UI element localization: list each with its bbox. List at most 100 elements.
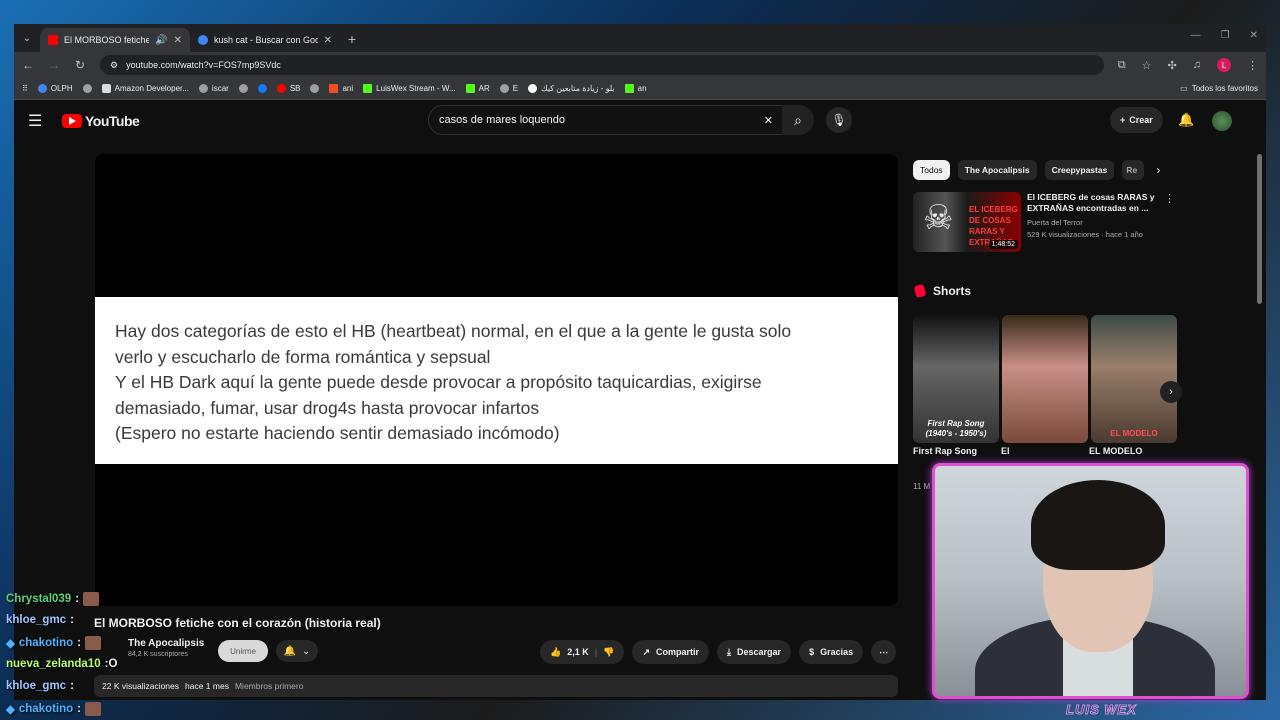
chat-username: khloe_gmc (6, 614, 67, 626)
tab-search-icon[interactable]: ⌄ (14, 24, 40, 52)
bookmark-star-icon[interactable]: ☆ (1142, 59, 1152, 72)
bookmark-item[interactable]: Amazon Developer... (101, 84, 189, 93)
search-button[interactable]: ⌕ (782, 105, 814, 135)
voice-search-button[interactable]: 🎙 (826, 107, 852, 133)
chip-creepypastas[interactable]: Creepypastas (1044, 160, 1115, 180)
create-button[interactable]: + Crear (1110, 107, 1163, 133)
chip-all[interactable]: Todos (913, 160, 950, 180)
emote-icon (85, 702, 102, 716)
short-title[interactable]: First Rap Song (913, 446, 977, 456)
video-actions: 👍 2,1 K | 👎 ↗ Compartir ⤓ Descargar $ Gracias … (540, 640, 897, 664)
page-scrollbar[interactable] (1257, 154, 1262, 304)
extensions-icon[interactable]: ✣ (1168, 59, 1177, 72)
chevron-right-icon[interactable]: › (1156, 163, 1160, 177)
apps-icon[interactable]: ⠿ (22, 84, 28, 93)
bookmark-item[interactable] (257, 84, 267, 93)
chat-text: :O (104, 658, 118, 670)
install-icon[interactable]: ⧉ (1118, 59, 1126, 72)
address-bar[interactable]: ⚙ youtube.com/watch?v=FOS7mp9SVdc (100, 55, 1104, 75)
bookmark-item[interactable]: SB (276, 84, 300, 93)
slide-line: verlo y escucharlo de forma romántica y … (115, 346, 491, 367)
bookmark-item[interactable] (238, 84, 248, 93)
short-card[interactable] (1002, 315, 1088, 443)
more-options-icon[interactable]: ⋮ (1164, 192, 1175, 254)
more-actions-button[interactable]: ⋯ (871, 640, 897, 664)
share-button[interactable]: ↗ Compartir (632, 640, 710, 664)
recommended-video[interactable]: ☠ EL ICEBERG DE COSAS RARAS Y EXTRAÑAS 1… (913, 192, 1175, 254)
chat-message: ◆ chakotino: (6, 636, 102, 650)
clear-search-icon[interactable]: ✕ (764, 114, 773, 127)
bookmark-item[interactable]: E (499, 84, 518, 93)
profile-avatar[interactable]: L (1217, 58, 1231, 72)
plus-icon: + (1120, 115, 1126, 125)
bookmark-item[interactable]: OLPH (37, 84, 73, 93)
shorts-next-button[interactable]: › (1160, 381, 1182, 403)
shorts-icon (913, 283, 927, 299)
short-card[interactable]: EL MODELO (1091, 315, 1177, 443)
search-input[interactable]: casos de mares loquendo ✕ (428, 105, 784, 135)
tab-title: kush cat - Buscar con Google (214, 35, 318, 45)
site-info-icon[interactable]: ⚙ (110, 60, 118, 71)
minimize-icon[interactable]: — (1191, 30, 1201, 41)
tab-strip: ⌄ El MORBOSO fetiche con el c 🔊 ✕ kush c… (14, 24, 1266, 52)
bookmark-item[interactable]: an (624, 84, 647, 93)
account-avatar[interactable] (1212, 111, 1232, 131)
media-icon[interactable]: ♫ (1193, 59, 1201, 71)
all-bookmarks[interactable]: ▭ Todos los favoritos (1180, 84, 1258, 93)
bookmark-item[interactable] (310, 84, 320, 93)
video-info: El ICEBERG de cosas RARAS y EXTRAÑAS enc… (1027, 192, 1158, 254)
close-window-icon[interactable]: ✕ (1250, 30, 1258, 41)
description-box[interactable]: 22 K visualizaciones hace 1 mes Miembros… (94, 675, 898, 697)
google-favicon-icon (198, 35, 208, 45)
close-tab-icon[interactable]: ✕ (324, 35, 332, 46)
restore-icon[interactable]: ❐ (1221, 30, 1230, 41)
tab-youtube[interactable]: El MORBOSO fetiche con el c 🔊 ✕ (40, 28, 190, 52)
chip-related[interactable]: Re (1122, 160, 1145, 180)
streamer-name: LUIS WEX (1066, 702, 1137, 718)
webcam-overlay (932, 463, 1249, 699)
channel-name[interactable]: Puerta del Terror (1027, 218, 1158, 227)
slide-line: (Espero no estarte haciendo sentir demas… (115, 423, 560, 443)
chat-message: khloe_gmc: (6, 614, 74, 626)
chat-username: Chrystal039 (6, 593, 72, 605)
subscription-bell-button[interactable]: 🔔 ⌄ (276, 640, 318, 662)
bookmark-item[interactable]: iscar (198, 84, 229, 93)
channel-name[interactable]: The Apocalipsis (128, 638, 204, 649)
youtube-favicon-icon (48, 35, 58, 45)
window-controls: — ❐ ✕ (1191, 30, 1258, 41)
short-meta: 11 M (913, 482, 931, 491)
forward-icon[interactable]: → (48, 58, 60, 72)
download-button[interactable]: ⤓ Descargar (717, 640, 792, 664)
speaker-icon[interactable]: 🔊 (155, 35, 167, 46)
thumbs-down-icon[interactable]: 👎 (603, 647, 614, 658)
thanks-button[interactable]: $ Gracias (799, 640, 864, 664)
video-title[interactable]: El ICEBERG de cosas RARAS y EXTRAÑAS enc… (1027, 192, 1158, 214)
bookmark-item[interactable]: AR (465, 84, 490, 93)
join-button[interactable]: Unirme (218, 640, 268, 662)
subscriber-count: 84,2 K suscriptores (128, 651, 188, 658)
notifications-icon[interactable]: 🔔 (1178, 112, 1194, 128)
bookmark-item[interactable]: بلو - زيادة متابعين كيك (528, 84, 615, 93)
new-tab-button[interactable]: + (340, 28, 364, 52)
youtube-logo[interactable]: YouTube (62, 113, 140, 129)
menu-icon[interactable]: ☰ (28, 111, 48, 131)
short-card[interactable]: First Rap Song (1940's - 1950's) (913, 315, 999, 443)
menu-icon[interactable]: ⋮ (1247, 59, 1258, 72)
bookmark-item[interactable] (82, 84, 92, 93)
bookmark-item[interactable]: ani (329, 84, 353, 93)
video-thumbnail[interactable]: ☠ EL ICEBERG DE COSAS RARAS Y EXTRAÑAS 1… (913, 192, 1021, 252)
chip-channel[interactable]: The Apocalipsis (957, 160, 1037, 180)
channel-info[interactable]: The Apocalipsis 84,2 K suscriptores (128, 638, 204, 658)
like-button[interactable]: 👍 2,1 K | 👎 (540, 640, 625, 664)
video-player[interactable]: Hay dos categorías de esto el HB (heartb… (95, 154, 898, 606)
reload-icon[interactable]: ↻ (74, 58, 86, 72)
short-caption: First Rap Song (1940's - 1950's) (925, 419, 987, 438)
short-title[interactable]: EL MODELO (1089, 446, 1142, 456)
tab-google[interactable]: kush cat - Buscar con Google ✕ (190, 28, 340, 52)
short-title[interactable]: El (1001, 446, 1010, 456)
emote-icon (83, 592, 100, 606)
bookmark-item[interactable]: LuisWex Stream - W... (363, 84, 456, 93)
close-tab-icon[interactable]: ✕ (174, 35, 182, 46)
back-icon[interactable]: ← (22, 58, 34, 72)
members-first-label: Miembros primero (234, 681, 304, 691)
